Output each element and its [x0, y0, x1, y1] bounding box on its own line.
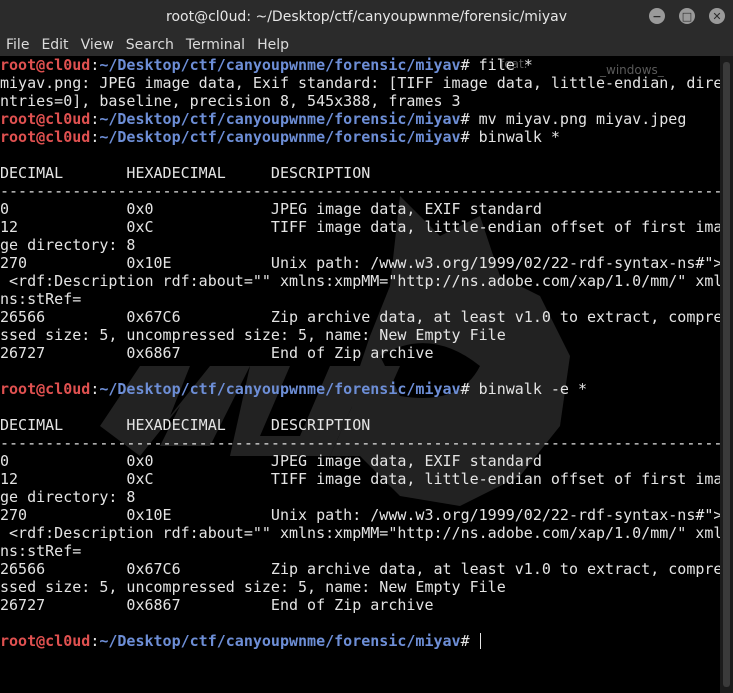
output-line: 26727 0x6867 End of Zip archive: [0, 596, 434, 614]
prompt-line: root@cl0ud:~/Desktop/ctf/canyoupwnme/for…: [0, 56, 720, 74]
menu-file[interactable]: File: [0, 37, 35, 53]
prompt-line: root@cl0ud:~/Desktop/ctf/canyoupwnme/for…: [0, 128, 720, 146]
prompt-line: root@cl0ud:~/Desktop/ctf/canyoupwnme/for…: [0, 380, 720, 398]
output-line: <rdf:Description rdf:about="" xmlns:xmpM…: [0, 272, 720, 290]
prompt-symbol: #: [460, 128, 479, 146]
output-line: ns:stRef=: [0, 542, 82, 560]
minimize-button[interactable]: −: [649, 8, 665, 24]
prompt-separator: :: [90, 380, 100, 398]
prompt-path: ~/Desktop/ctf/canyoupwnme/forensic/miyav: [99, 128, 461, 146]
prompt-path: ~/Desktop/ctf/canyoupwnme/forensic/miyav: [99, 632, 461, 650]
output-line: DECIMAL HEXADECIMAL DESCRIPTION: [0, 416, 371, 434]
prompt-line: root@cl0ud:~/Desktop/ctf/canyoupwnme/for…: [0, 110, 720, 128]
output-line: ssed size: 5, uncompressed size: 5, name…: [0, 326, 506, 344]
menu-view[interactable]: View: [75, 37, 120, 53]
output-line: <rdf:Description rdf:about="" xmlns:xmpM…: [0, 524, 720, 542]
terminal-window: root@cl0ud: ~/Desktop/ctf/canyoupwnme/fo…: [0, 0, 733, 693]
menu-bar: File Edit View Search Terminal Help: [0, 34, 733, 56]
menu-terminal[interactable]: Terminal: [180, 37, 251, 53]
output-line: ----------------------------------------…: [0, 434, 720, 452]
prompt-separator: :: [90, 110, 100, 128]
text-cursor: [479, 633, 481, 649]
prompt-symbol: #: [460, 380, 479, 398]
output-line: 0 0x0 JPEG image data, EXIF standard: [0, 452, 542, 470]
output-line: miyav.png: JPEG image data, Exif standar…: [0, 74, 720, 92]
title-bar[interactable]: root@cl0ud: ~/Desktop/ctf/canyoupwnme/fo…: [0, 0, 733, 34]
output-line: ssed size: 5, uncompressed size: 5, name…: [0, 578, 506, 596]
prompt-user: root@cl0ud: [0, 56, 91, 74]
output-line: 26727 0x6867 End of Zip archive: [0, 344, 434, 362]
output-line: DECIMAL HEXADECIMAL DESCRIPTION: [0, 164, 371, 182]
maximize-button[interactable]: □: [679, 8, 695, 24]
output-line: ge directory: 8: [0, 488, 136, 506]
prompt-path: ~/Desktop/ctf/canyoupwnme/forensic/miyav: [99, 56, 461, 74]
prompt-user: root@cl0ud: [0, 110, 91, 128]
prompt-user: root@cl0ud: [0, 632, 91, 650]
prompt-separator: :: [90, 632, 100, 650]
output-line: 270 0x10E Unix path: /www.w3.org/1999/02…: [0, 506, 720, 524]
prompt-symbol: #: [460, 632, 479, 650]
prompt-symbol: #: [460, 110, 479, 128]
output-line: ntries=0], baseline, precision 8, 545x38…: [0, 92, 461, 110]
prompt-line: root@cl0ud:~/Desktop/ctf/canyoupwnme/for…: [0, 632, 720, 650]
output-line: ns:stRef=: [0, 290, 82, 308]
window-controls: − □ ✕: [649, 8, 725, 24]
menu-search[interactable]: Search: [120, 37, 180, 53]
command-text: file *: [478, 56, 533, 74]
output-line: 26566 0x67C6 Zip archive data, at least …: [0, 560, 720, 578]
scrollbar[interactable]: [720, 56, 733, 693]
output-line: 270 0x10E Unix path: /www.w3.org/1999/02…: [0, 254, 720, 272]
terminal-lines: root@cl0ud:~/Desktop/ctf/canyoupwnme/for…: [0, 56, 720, 650]
window-title: root@cl0ud: ~/Desktop/ctf/canyoupwnme/fo…: [166, 9, 567, 25]
menu-help[interactable]: Help: [251, 37, 295, 53]
prompt-symbol: #: [460, 56, 479, 74]
output-line: 26566 0x67C6 Zip archive data, at least …: [0, 308, 720, 326]
scrollbar-thumb[interactable]: [723, 62, 730, 687]
command-text: mv miyav.png miyav.jpeg: [478, 110, 687, 128]
prompt-user: root@cl0ud: [0, 128, 91, 146]
command-text: binwalk -e *: [478, 380, 588, 398]
terminal-output[interactable]: feat. _windows_ root@cl0ud:~/Desktop/ctf…: [0, 56, 720, 693]
output-line: ----------------------------------------…: [0, 182, 720, 200]
prompt-separator: :: [90, 128, 100, 146]
output-line: 12 0xC TIFF image data, little-endian of…: [0, 218, 720, 236]
prompt-separator: :: [90, 56, 100, 74]
output-line: ge directory: 8: [0, 236, 136, 254]
output-line: 12 0xC TIFF image data, little-endian of…: [0, 470, 720, 488]
prompt-path: ~/Desktop/ctf/canyoupwnme/forensic/miyav: [99, 110, 461, 128]
output-line: 0 0x0 JPEG image data, EXIF standard: [0, 200, 542, 218]
command-text: binwalk *: [478, 128, 560, 146]
menu-edit[interactable]: Edit: [35, 37, 74, 53]
prompt-user: root@cl0ud: [0, 380, 91, 398]
close-button[interactable]: ✕: [709, 8, 725, 24]
prompt-path: ~/Desktop/ctf/canyoupwnme/forensic/miyav: [99, 380, 461, 398]
